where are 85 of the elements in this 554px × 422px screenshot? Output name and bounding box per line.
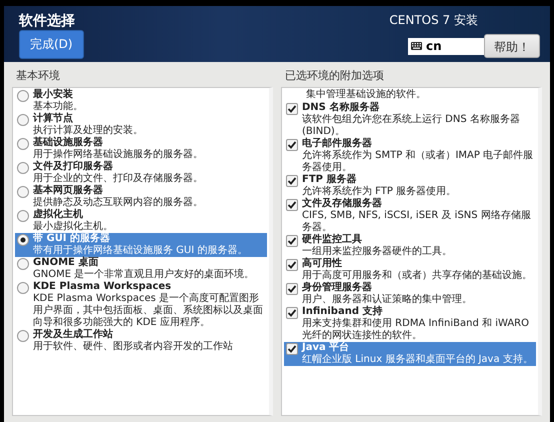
option-description: 用于企业的文件、打印及存储服务器。	[33, 173, 203, 184]
radio-button[interactable]	[17, 114, 29, 126]
option-name: 文件及存储服务器	[302, 198, 383, 210]
addon-option[interactable]: Java 平台 红帽企业版 Linux 服务器和桌面平台的 Java 支持。	[284, 342, 536, 366]
option-description: 用于高度可用服务和（或者）共享存储的基础设施。	[302, 270, 532, 282]
option-name: 硬件监控工具	[302, 234, 363, 246]
environment-option[interactable]: 开发及生成工作站 用于软件、硬件、图形或者内容开发的工作站	[15, 329, 267, 353]
checkbox[interactable]	[286, 306, 298, 318]
option-name: DNS 名称服务器	[302, 102, 380, 114]
option-description: 允许将系统作为 FTP 服务器使用。	[302, 186, 456, 198]
option-description: 允许将系统作为 SMTP 和（或者）IMAP 电子邮件服务器使用。	[302, 150, 534, 174]
option-name: 基本网页服务器	[33, 185, 104, 196]
option-name: 开发及生成工作站	[33, 329, 114, 341]
option-description: 执行计算及处理的安装。	[33, 125, 143, 136]
option-description: KDE Plasma Workspaces 是一个高度可配置图形用户界面，其中包括面板、桌面、系统图标以及桌面向导和很多功能强大的 KDE 应用程序。	[33, 293, 264, 328]
addon-option[interactable]: DNS 名称服务器 该软件包组允许您在系统上运行 DNS 名称服务器 (BIND)。	[284, 102, 536, 138]
option-description: 提供静态及动态互联网内容的服务器。	[33, 197, 203, 208]
option-description: 红帽企业版 Linux 服务器和桌面平台的 Java 支持。	[302, 354, 533, 366]
radio-button[interactable]	[17, 330, 29, 342]
option-description: 一组用来监控服务器硬件的工具。	[302, 246, 452, 257]
help-button[interactable]: 帮助！	[484, 34, 540, 58]
addon-option[interactable]: Infiniband 支持 用来支持集群和使用 RDMA InfiniBand 和 iWARO 光纤的网状连接性的软件。	[284, 306, 536, 342]
keyboard-icon	[411, 42, 422, 50]
option-description: 基本功能。	[33, 101, 83, 112]
radio-button[interactable]	[17, 90, 29, 102]
option-name: 高可用性	[302, 258, 343, 270]
option-description: 用于操作网络基础设施服务的服务器。	[33, 149, 203, 160]
addon-option[interactable]: 硬件监控工具 一组用来监控服务器硬件的工具。	[284, 234, 536, 258]
option-description: 带有用于操作网络基础设施服务 GUI 的服务器。	[33, 245, 248, 256]
option-description: 用于软件、硬件、图形或者内容开发的工作站	[33, 341, 233, 353]
option-name: 虚拟化主机	[33, 209, 84, 220]
checkbox[interactable]	[286, 258, 298, 270]
environment-option[interactable]: 带 GUI 的服务器 带有用于操作网络基础设施服务 GUI 的服务器。	[15, 233, 267, 257]
option-description: 最小虚拟化主机。	[33, 221, 113, 233]
environment-option[interactable]: 虚拟化主机 最小虚拟化主机。	[15, 209, 267, 233]
option-name: 带 GUI 的服务器	[33, 233, 112, 244]
section-heading: 基本环境	[16, 68, 61, 83]
environment-option[interactable]: 最小安装 基本功能。	[15, 89, 267, 113]
option-description: 该软件包组允许您在系统上运行 DNS 名称服务器 (BIND)。	[302, 114, 521, 138]
radio-button[interactable]	[17, 210, 29, 222]
option-description: CIFS, SMB, NFS, iSCSI, iSER 及 iSNS 网络存储服务器。	[302, 210, 532, 234]
checkbox[interactable]	[286, 174, 298, 186]
addon-option[interactable]: 电子邮件服务器 允许将系统作为 SMTP 和（或者）IMAP 电子邮件服务器使用。	[284, 138, 536, 174]
environment-option[interactable]: 基本网页服务器 提供静态及动态互联网内容的服务器。	[15, 185, 267, 209]
environment-option[interactable]: KDE Plasma Workspaces KDE Plasma Workspaces 是一个高度可配置图形用户界面，其中包括面板、桌面、系统图标以及桌面向导和很多功能强大的 KDE 应用程序。	[15, 281, 267, 329]
option-name: Infiniband 支持	[302, 306, 384, 318]
radio-button[interactable]	[17, 258, 29, 270]
option-description: 用户、服务器和认证策略的集中管理。	[302, 294, 472, 306]
environment-option[interactable]: 基础设施服务器 用于操作网络基础设施服务的服务器。	[15, 137, 267, 161]
keyboard-layout-indicator[interactable]: cn	[408, 38, 484, 54]
option-name: GNOME 桌面	[33, 257, 100, 269]
section-heading: 已选环境的附加选项	[285, 68, 385, 83]
checkbox[interactable]	[286, 282, 298, 294]
checkbox[interactable]	[286, 342, 298, 354]
environment-option[interactable]: GNOME 桌面 GNOME 是一个非常直观且用户友好的桌面环境。	[15, 257, 267, 281]
radio-button[interactable]	[17, 282, 29, 294]
option-description: 用来支持集群和使用 RDMA InfiniBand 和 iWARO 光纤的网状连接性的软件。	[302, 318, 530, 342]
option-name: 文件及打印服务器	[33, 161, 114, 172]
checkbox[interactable]	[286, 198, 298, 210]
done-button[interactable]: 完成(D)	[19, 30, 84, 59]
option-description: 集中管理基础设施的软件。	[305, 89, 427, 102]
option-name: FTP 服务器	[302, 174, 358, 186]
option-name: 身份管理服务器	[302, 282, 373, 294]
product-title: CENTOS 7 安装	[389, 12, 478, 29]
page-title: 软件选择	[19, 12, 76, 30]
environment-option[interactable]: 文件及打印服务器 用于企业的文件、打印及存储服务器。	[15, 161, 267, 185]
option-name: 计算节点	[33, 113, 74, 124]
radio-button[interactable]	[17, 186, 29, 198]
checkbox[interactable]	[286, 102, 298, 114]
option-name: 最小安装	[33, 89, 74, 100]
addon-option[interactable]: FTP 服务器 允许将系统作为 FTP 服务器使用。	[284, 174, 536, 198]
option-name: 电子邮件服务器	[302, 138, 373, 150]
radio-button[interactable]	[17, 162, 29, 174]
option-name: Java 平台	[302, 342, 350, 354]
checkbox[interactable]	[286, 234, 298, 246]
option-name: 基础设施服务器	[33, 137, 104, 148]
radio-button[interactable]	[17, 138, 29, 150]
addon-option[interactable]: 身份管理服务器 用户、服务器和认证策略的集中管理。	[284, 282, 536, 306]
option-name: KDE Plasma Workspaces	[33, 281, 172, 293]
environment-option[interactable]: 计算节点 执行计算及处理的安装。	[15, 113, 267, 137]
addon-option[interactable]: 文件及存储服务器 CIFS, SMB, NFS, iSCSI, iSER 及 iSNS 网络存储服务器。	[284, 198, 536, 234]
option-description: GNOME 是一个非常直观且用户友好的桌面环境。	[33, 269, 254, 281]
addon-option[interactable]: 高可用性 用于高度可用服务和（或者）共享存储的基础设施。	[284, 258, 536, 282]
radio-button[interactable]	[17, 234, 29, 246]
checkbox[interactable]	[286, 138, 298, 150]
